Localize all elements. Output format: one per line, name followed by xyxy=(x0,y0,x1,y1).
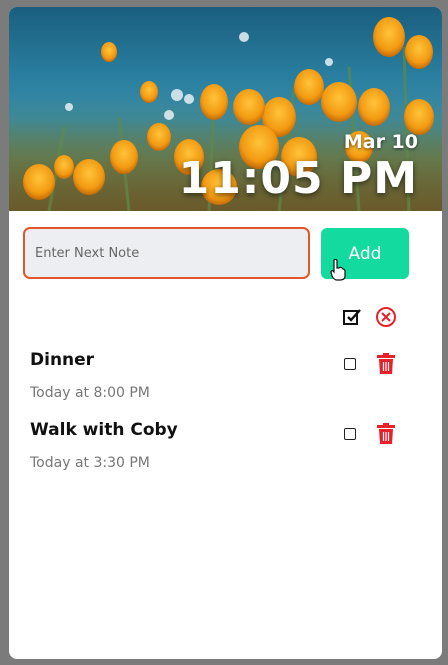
note-time: Today at 8:00 PM xyxy=(30,385,150,401)
notes-card: Mar 10 11:05 PM xyxy=(9,7,442,659)
note-checkbox[interactable] xyxy=(344,358,356,370)
note-title: Dinner xyxy=(30,350,95,370)
header-time: 11:05 PM xyxy=(178,153,418,204)
header-image: Mar 10 11:05 PM xyxy=(9,7,442,211)
check-all-icon[interactable] xyxy=(342,307,362,327)
header-date: Mar 10 xyxy=(343,131,418,153)
note-checkbox[interactable] xyxy=(344,428,356,440)
note-time: Today at 3:30 PM xyxy=(30,455,150,471)
note-title: Walk with Coby xyxy=(30,420,178,440)
trash-icon[interactable] xyxy=(376,423,396,445)
hand-pointer-icon xyxy=(330,259,346,281)
trash-icon[interactable] xyxy=(376,353,396,375)
clear-all-icon[interactable] xyxy=(375,306,397,328)
note-input[interactable] xyxy=(23,227,310,279)
